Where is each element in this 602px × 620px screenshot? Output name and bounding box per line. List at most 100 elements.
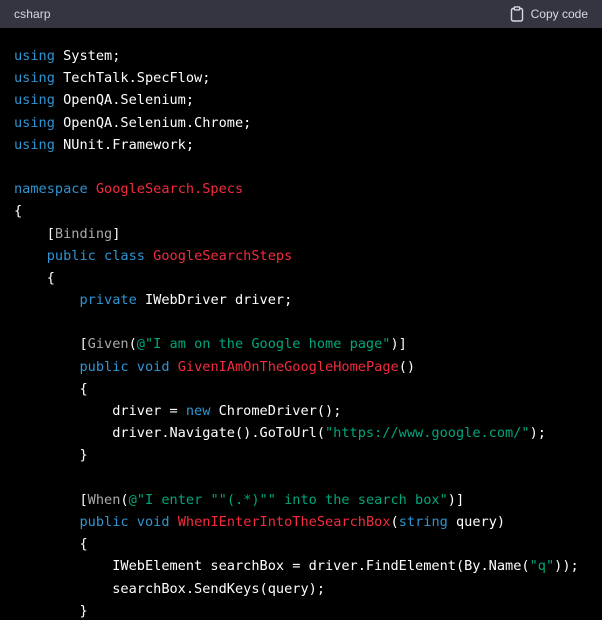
code-keyword: public [79,513,129,530]
code-line: using TechTalk.SpecFlow; [14,67,588,89]
code-line: using OpenQA.Selenium; [14,89,588,111]
code-keyword: private [79,292,137,309]
code-line: private IWebDriver driver; [14,289,588,311]
code-keyword: using [14,48,55,64]
code-keyword: string [398,513,448,530]
code-keyword: void [136,513,170,530]
code-text: searchBox.SendKeys(query); [14,580,325,597]
code-text: [ [14,491,88,508]
code-text: () [398,358,416,375]
code-attribute: Binding [54,225,113,242]
code-line: [Given(@"I am on the Google home page")] [14,333,588,355]
code-line: using System; [14,45,588,67]
code-line: public class GoogleSearchSteps [14,245,588,267]
code-keyword: class [104,247,145,264]
code-line: } [14,444,588,466]
code-text: { [14,536,88,553]
code-text: [ [14,225,55,242]
code-line: public void WhenIEnterIntoTheSearchBox(s… [14,511,588,533]
code-line: { [14,200,588,222]
code-keyword: public [79,358,129,375]
code-identifier: GoogleSearchSteps [153,247,293,264]
code-line: { [14,378,588,400]
code-block-header: csharp Copy code [0,0,602,28]
code-line: [Binding] [14,223,588,245]
code-text: { [14,269,55,286]
code-text: NUnit.Framework; [54,136,195,153]
code-attribute: When [87,491,121,508]
code-text: { [14,380,88,397]
code-line: driver.Navigate().GoToUrl("https://www.g… [14,422,588,444]
code-string: "q" [529,558,555,575]
code-text: IWebDriver driver; [136,292,293,309]
code-keyword: using [14,70,55,87]
code-text: OpenQA.Selenium; [54,92,195,109]
code-keyword: namespace [14,181,88,198]
code-text: )] [447,491,465,508]
code-text: ( [120,491,129,508]
code-line: driver = new ChromeDriver(); [14,400,588,422]
code-text: )] [390,336,407,353]
code-line: using OpenQA.Selenium.Chrome; [14,112,588,134]
code-text: OpenQA.Selenium.Chrome; [54,114,252,131]
code-keyword: void [136,358,170,375]
code-line: { [14,533,588,555]
code-keyword: using [14,114,55,131]
code-text: ); [529,425,546,442]
code-text: ( [128,336,137,353]
code-keyword: public [46,247,96,264]
copy-code-label: Copy code [530,7,588,21]
code-text: { [14,203,23,220]
code-line: IWebElement searchBox = driver.FindEleme… [14,555,588,577]
code-text: [ [14,336,88,353]
code-text: TechTalk.SpecFlow; [54,70,211,87]
language-label: csharp [14,7,51,21]
code-keyword: new [185,403,211,419]
code-line: searchBox.SendKeys(query); [14,578,588,600]
clipboard-icon [510,6,524,22]
code-text: ] [112,225,121,242]
code-text: IWebElement searchBox = driver.FindEleme… [14,558,530,575]
code-string: @"I enter ""(.*)"" into the search box" [128,491,448,508]
code-line: namespace GoogleSearch.Specs [14,178,588,200]
code-text: query) [447,513,506,530]
code-string: @"I am on the Google home page" [136,336,391,353]
code-identifier: GivenIAmOnTheGoogleHomePage [177,358,399,375]
code-text: } [14,447,88,464]
code-line: [When(@"I enter ""(.*)"" into the search… [14,489,588,511]
code-line: } [14,600,588,620]
code-text: driver = [14,403,186,419]
code-attribute: Given [87,336,129,353]
code-identifier: GoogleSearch.Specs [95,181,244,198]
code-text: System; [54,48,121,64]
copy-code-button[interactable]: Copy code [510,6,588,22]
code-line: using NUnit.Framework; [14,134,588,156]
code-string: "https://www.google.com/" [325,425,530,442]
code-text: )); [554,558,579,575]
code-keyword: using [14,92,55,109]
code-block: csharp Copy code using System; using Tech… [0,0,602,620]
code-keyword: using [14,136,55,153]
code-line: public void GivenIAmOnTheGoogleHomePage(… [14,356,588,378]
code-text: ( [390,513,399,530]
code-identifier: WhenIEnterIntoTheSearchBox [177,513,391,530]
code-content[interactable]: using System; using TechTalk.SpecFlow; usi… [0,28,602,620]
code-text: } [14,602,88,619]
code-line: { [14,267,588,289]
code-text: driver.Navigate().GoToUrl( [14,425,325,442]
code-text: ChromeDriver(); [210,403,342,419]
